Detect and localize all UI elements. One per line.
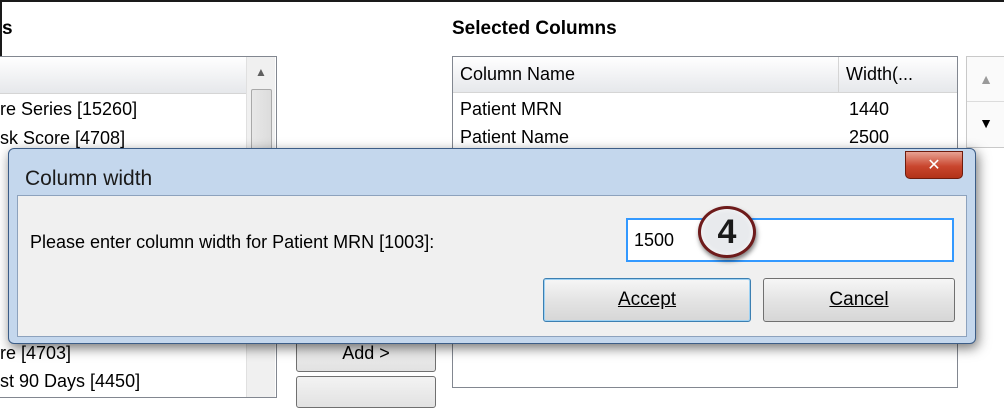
dialog-body: Please enter column width for Patient MR…: [17, 195, 967, 337]
remove-column-button[interactable]: [296, 376, 436, 408]
width-header[interactable]: Width(...: [839, 57, 957, 93]
cancel-button[interactable]: Cancel: [763, 278, 955, 322]
list-item[interactable]: re Series [15260]: [0, 99, 137, 120]
table-cell-width[interactable]: 2500: [849, 127, 889, 148]
scroll-up-icon[interactable]: ▲: [247, 57, 275, 87]
move-buttons[interactable]: ▲ ▼: [966, 56, 1004, 148]
available-columns-column-header[interactable]: [0, 57, 246, 94]
accept-button[interactable]: Accept: [543, 278, 751, 322]
list-item[interactable]: sk Score [4708]: [0, 128, 125, 149]
column-width-input[interactable]: [626, 218, 954, 262]
window-top-border: [0, 0, 1004, 2]
move-up-icon[interactable]: ▲: [967, 57, 1004, 102]
selected-columns-header: Selected Columns: [452, 18, 617, 39]
step-number-badge: 4: [698, 206, 756, 258]
table-cell-name[interactable]: Patient Name: [460, 127, 569, 148]
dialog-title: Column width: [25, 167, 153, 190]
close-icon[interactable]: ✕: [905, 151, 963, 179]
table-cell-width[interactable]: 1440: [849, 99, 889, 120]
list-item[interactable]: st 90 Days [4450]: [0, 371, 140, 392]
column-width-dialog: Column width ✕ Please enter column width…: [8, 148, 976, 344]
accept-label: Accept: [617, 289, 677, 310]
column-name-header[interactable]: Column Name: [453, 57, 839, 93]
list-item[interactable]: re [4703]: [0, 343, 71, 364]
cancel-label: Cancel: [829, 289, 889, 310]
move-down-icon[interactable]: ▼: [967, 101, 1004, 145]
table-cell-name[interactable]: Patient MRN: [460, 99, 562, 120]
column-width-prompt: Please enter column width for Patient MR…: [30, 232, 435, 252]
available-columns-header: s: [2, 18, 13, 39]
